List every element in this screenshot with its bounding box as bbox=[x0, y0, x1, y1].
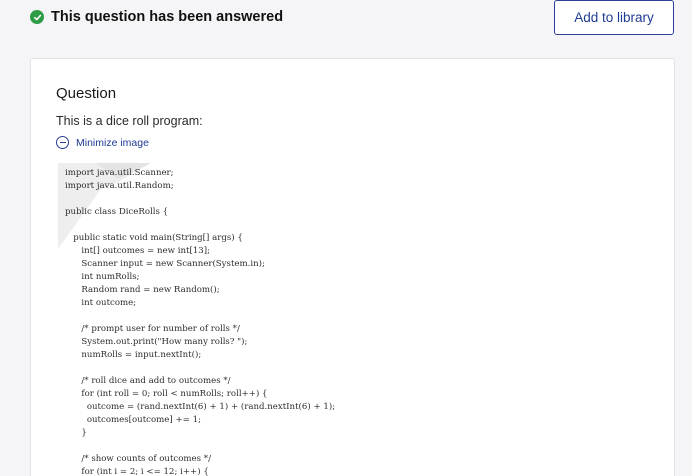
status-text: This question has been answered bbox=[51, 9, 284, 25]
question-heading: Question bbox=[56, 85, 117, 102]
code-line: public static void main(String[] args) { bbox=[65, 233, 243, 243]
code-line: for (int i = 2; i <= 12; i++) { bbox=[65, 467, 209, 476]
code-screenshot-image: import java.util.Scanner; import java.uti… bbox=[56, 159, 476, 476]
question-text: This is a dice roll program: bbox=[56, 114, 203, 128]
code-line: import java.util.Scanner; bbox=[65, 168, 174, 178]
answer-status-bar: This question has been answered Add to l… bbox=[0, 0, 692, 44]
code-line: int outcome; bbox=[65, 298, 137, 308]
code-line: System.out.print("How many rolls? "); bbox=[65, 337, 248, 347]
code-line: outcome = (rand.nextInt(6) + 1) + (rand.… bbox=[65, 402, 336, 412]
code-line: Random rand = new Random(); bbox=[65, 285, 220, 295]
code-line: int[] outcomes = new int[13]; bbox=[65, 246, 211, 256]
code-line: /* roll dice and add to outcomes */ bbox=[65, 376, 231, 386]
question-card: Question This is a dice roll program: Mi… bbox=[30, 58, 675, 476]
minus-circle-icon bbox=[56, 136, 69, 149]
code-line: int numRolls; bbox=[65, 272, 140, 282]
page: This question has been answered Add to l… bbox=[0, 0, 692, 476]
minimize-image-toggle[interactable]: Minimize image bbox=[56, 136, 149, 149]
code-line: Scanner input = new Scanner(System.in); bbox=[65, 259, 265, 269]
answered-status: This question has been answered bbox=[30, 9, 283, 25]
code-listing: import java.util.Scanner; import java.uti… bbox=[65, 167, 335, 476]
code-line: for (int roll = 0; roll < numRolls; roll… bbox=[65, 389, 268, 399]
add-to-library-button[interactable]: Add to library bbox=[554, 0, 674, 35]
code-line: public class DiceRolls { bbox=[65, 207, 169, 217]
check-circle-icon bbox=[30, 10, 44, 24]
code-line: outcomes[outcome] += 1; bbox=[65, 415, 201, 425]
code-line: numRolls = input.nextInt(); bbox=[65, 350, 202, 360]
code-line: } bbox=[65, 428, 87, 438]
code-line: /* show counts of outcomes */ bbox=[65, 454, 211, 464]
code-line: import java.util.Random; bbox=[65, 181, 174, 191]
minimize-image-label: Minimize image bbox=[76, 136, 149, 149]
code-line: /* prompt user for number of rolls */ bbox=[65, 324, 240, 334]
